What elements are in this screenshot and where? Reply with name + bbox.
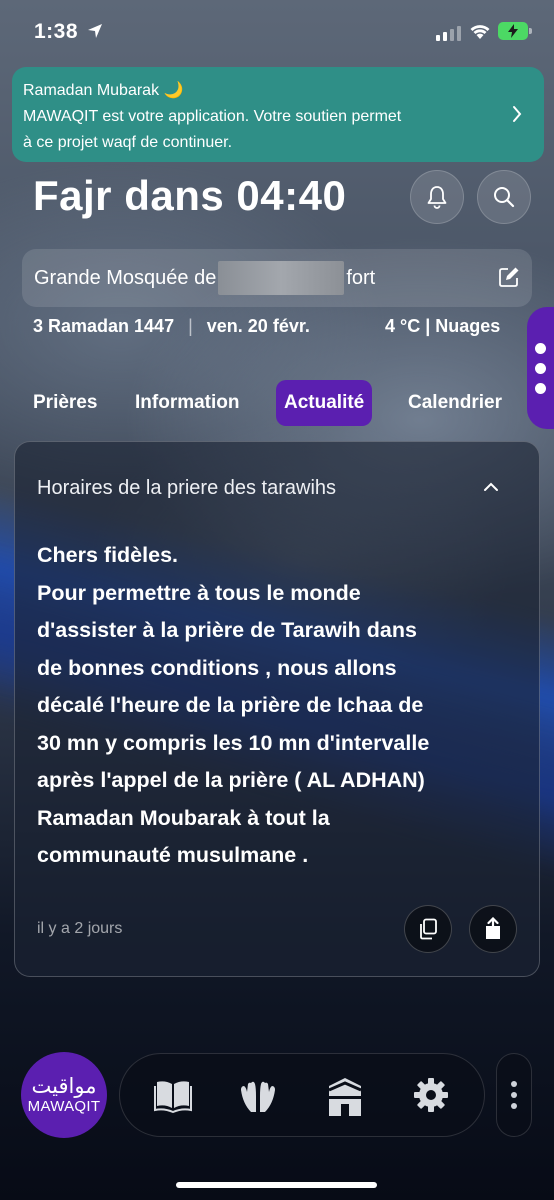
settings-gear-icon[interactable] (412, 1076, 450, 1114)
banner-line-3: à ce projet waqf de continuer. (23, 134, 233, 151)
bell-icon (427, 186, 447, 209)
chevron-right-icon (513, 106, 522, 122)
quran-icon[interactable] (153, 1076, 193, 1114)
battery-charging-icon (498, 22, 532, 40)
logo-text: MAWAQIT (27, 1098, 101, 1115)
search-button[interactable] (477, 170, 531, 224)
gregorian-date: ven. 20 févr. (206, 316, 310, 336)
bottom-nav-bar (119, 1053, 485, 1137)
tab-calendrier[interactable]: Calendrier (408, 380, 502, 426)
status-bar: 1:38 (0, 0, 554, 66)
edit-icon[interactable] (498, 266, 520, 288)
dua-hands-icon[interactable] (237, 1076, 279, 1116)
banner-line-1: Ramadan Mubarak 🌙 (23, 82, 184, 99)
news-body: Chers fidèles. Pour permettre à tous le … (37, 543, 430, 867)
status-time: 1:38 (34, 20, 79, 43)
date-separator: | (188, 316, 193, 336)
tab-information[interactable]: Information (135, 380, 240, 426)
mosque-name-end: fort (346, 266, 376, 289)
share-icon (486, 917, 500, 939)
news-title[interactable]: Horaires de la priere des tarawihs (37, 477, 336, 500)
banner-line-2: MAWAQIT est votre application. Votre sou… (23, 108, 402, 125)
mosque-name-start: Grande Mosquée de (34, 266, 217, 289)
weather-info: 4 °C | Nuages (385, 316, 501, 336)
tab-bar: Prières Information Actualité Calendrier (0, 380, 554, 426)
next-prayer-countdown: Fajr dans 04:40 (33, 172, 347, 219)
mosque-selector[interactable]: Grande Mosquée de fort (22, 249, 532, 307)
signal-icon (436, 26, 461, 41)
wifi-icon (470, 25, 490, 39)
copy-icon (420, 918, 437, 940)
tab-actualite[interactable]: Actualité (276, 380, 373, 426)
date-row: 3 Ramadan 1447 | ven. 20 févr. (33, 316, 310, 337)
share-button[interactable] (469, 905, 517, 953)
hijri-date: 3 Ramadan 1447 (33, 316, 175, 336)
news-posted-time: il y a 2 jours (37, 920, 123, 937)
news-card: Horaires de la priere des tarawihs Chers… (14, 441, 540, 977)
more-dots-icon[interactable] (496, 1053, 532, 1137)
kaaba-icon[interactable] (325, 1076, 365, 1118)
location-arrow-icon (88, 24, 102, 38)
mawaqit-logo[interactable]: مواقيت MAWAQIT (21, 1052, 107, 1138)
tab-prieres[interactable]: Prières (33, 380, 97, 426)
home-indicator[interactable] (176, 1182, 377, 1188)
copy-button[interactable] (404, 905, 452, 953)
support-banner[interactable]: Ramadan Mubarak 🌙 MAWAQIT est votre appl… (12, 67, 544, 162)
search-icon (494, 187, 515, 208)
logo-arabic: مواقيت (31, 1074, 97, 1098)
chevron-up-icon[interactable] (483, 482, 499, 492)
redacted-text (218, 261, 345, 295)
notifications-button[interactable] (410, 170, 464, 224)
